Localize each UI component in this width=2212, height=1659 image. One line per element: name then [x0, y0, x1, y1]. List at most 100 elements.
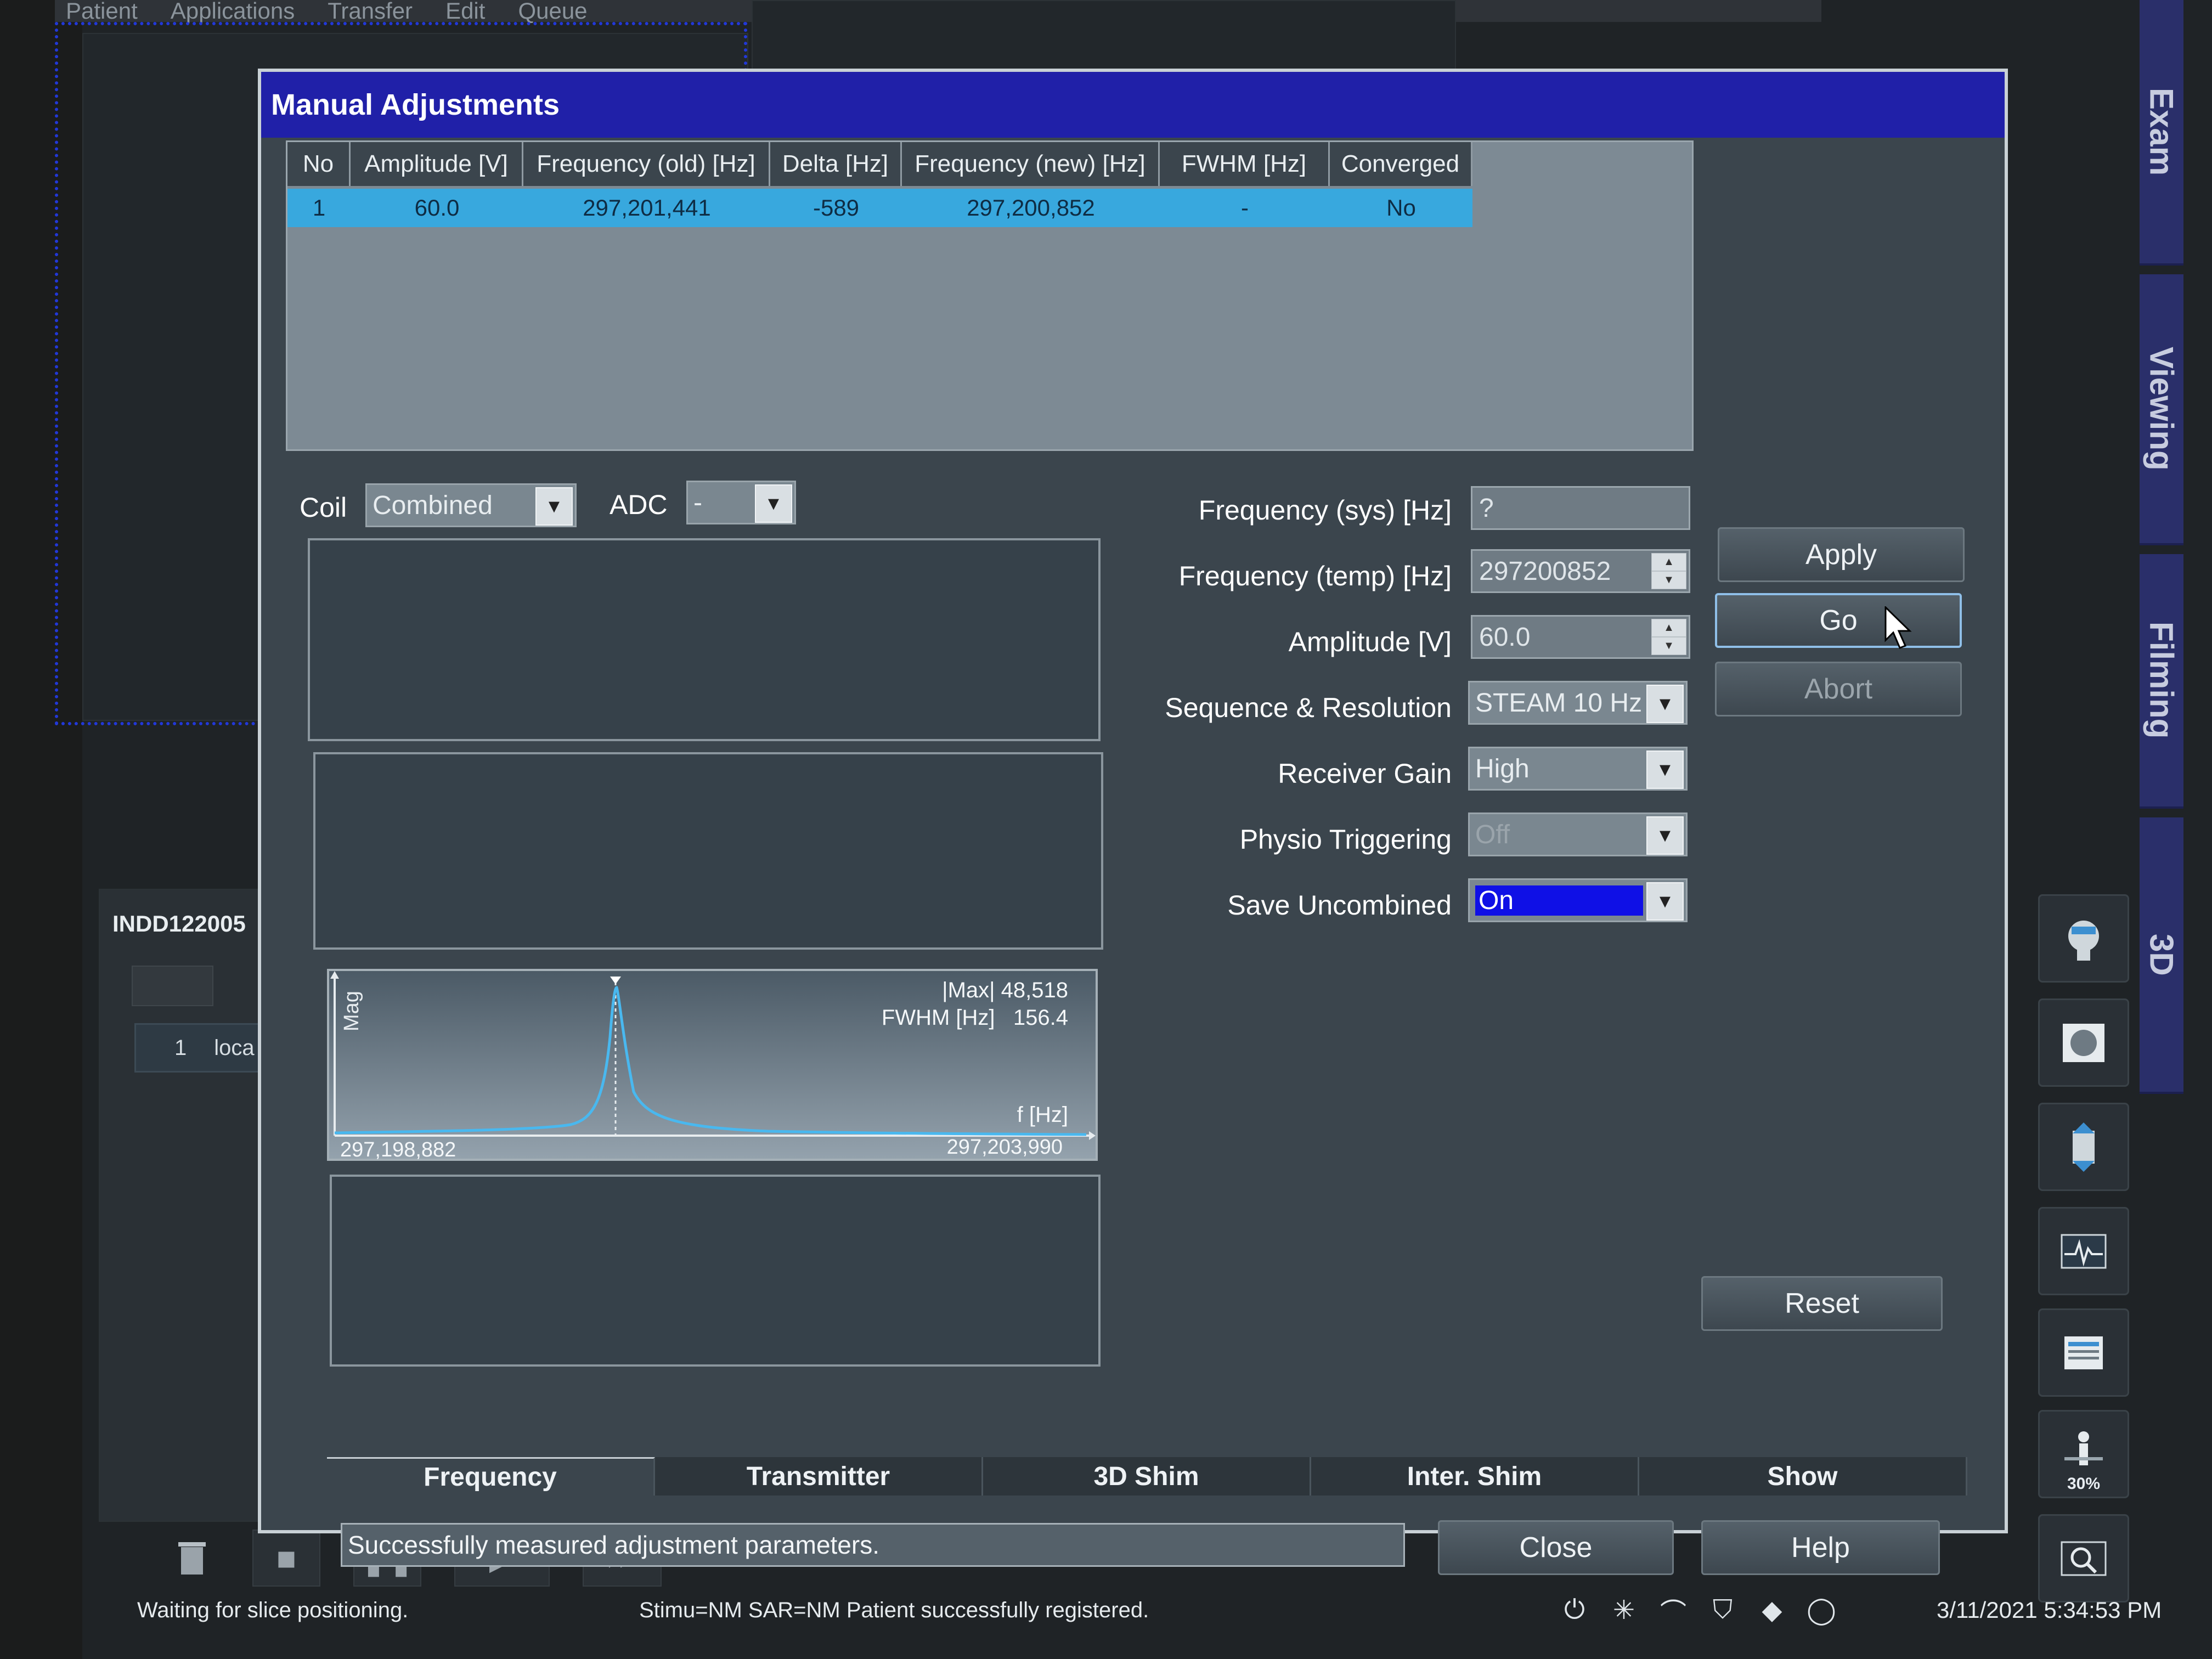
receiver-gain-select[interactable]: High ▼ — [1468, 747, 1688, 791]
status-icons: ⏻ ✳ ⌒ ⛉ ◆ ◯ — [1558, 1594, 1838, 1628]
save-uncombined-label: Save Uncombined — [1227, 890, 1452, 921]
reset-button[interactable]: Reset — [1701, 1276, 1943, 1331]
tab-transmitter[interactable]: Transmitter — [655, 1457, 983, 1496]
head-positioning-tool[interactable] — [2038, 894, 2129, 983]
amplitude-field[interactable]: 60.0 ▲ ▼ — [1471, 615, 1690, 659]
side-tab-strip: Exam Viewing Filming 3D — [2140, 0, 2183, 1097]
spectrum-fwhm-value: 156.4 — [1013, 1006, 1068, 1030]
inline-display-tool[interactable] — [2038, 1308, 2129, 1397]
coil-label: Coil — [300, 492, 347, 523]
col-header-fwhm[interactable]: FWHM [Hz] — [1160, 142, 1330, 186]
power-icon: ⏻ — [1564, 1595, 1585, 1624]
x-axis-arrow — [1089, 1131, 1096, 1140]
freq-sys-field[interactable]: ? — [1471, 486, 1690, 530]
spectrum-plot: |Max| 48,518 FWHM [Hz] 156.4 Mag f [Hz] … — [327, 969, 1098, 1161]
menu-applications[interactable]: Applications — [171, 0, 295, 24]
spin-down-icon[interactable]: ▼ — [1651, 571, 1686, 589]
menu-edit[interactable]: Edit — [445, 0, 485, 24]
chevron-down-icon: ▼ — [535, 487, 573, 526]
sequence-value: STEAM 10 Hz — [1475, 688, 1643, 718]
tab-show[interactable]: Show — [1639, 1457, 1967, 1496]
spectrum-x-min: 297,198,882 — [340, 1138, 456, 1161]
ecg-icon — [2061, 1234, 2107, 1268]
sequence-select[interactable]: STEAM 10 Hz ▼ — [1468, 681, 1688, 725]
chevron-down-icon: ▼ — [1646, 882, 1684, 921]
freq-temp-value: 297200852 — [1479, 556, 1611, 586]
network-icon: ◆ — [1762, 1596, 1782, 1625]
go-button[interactable]: Go — [1715, 593, 1962, 648]
status-bar: Waiting for slice positioning. Stimu=NM … — [82, 1594, 2172, 1628]
col-header-delta[interactable]: Delta [Hz] — [770, 142, 902, 186]
stop-button[interactable]: ■ — [252, 1530, 320, 1587]
cell-delta: -589 — [812, 195, 860, 221]
table-position-tool[interactable]: 30% — [2038, 1410, 2129, 1498]
col-header-freq-old[interactable]: Frequency (old) [Hz] — [523, 142, 770, 186]
menu-transfer[interactable]: Transfer — [328, 0, 413, 24]
zoom-tool[interactable] — [2038, 1514, 2129, 1602]
apply-button[interactable]: Apply — [1718, 527, 1965, 582]
adc-label: ADC — [610, 489, 668, 520]
col-header-amplitude[interactable]: Amplitude [V] — [351, 142, 523, 186]
trash-icon — [178, 1542, 206, 1575]
spin-up-icon[interactable]: ▲ — [1651, 553, 1686, 571]
localizer-tool[interactable] — [2038, 998, 2129, 1087]
status-datetime: 3/11/2021 5:34:53 PM — [1937, 1597, 2162, 1623]
spectrum-max-value: 48,518 — [1001, 978, 1068, 1002]
trash-button[interactable] — [165, 1531, 219, 1585]
explorer-toolbar-button[interactable] — [132, 966, 213, 1006]
patient-transfer-tool[interactable] — [2038, 1103, 2129, 1191]
y-axis-arrow — [330, 971, 339, 979]
signal-icon: ✳ — [1612, 1596, 1635, 1625]
side-tab-viewing[interactable]: Viewing — [2140, 274, 2183, 545]
receiver-gain-value: High — [1475, 754, 1530, 783]
head-image-icon — [2063, 1023, 2104, 1062]
spectrum-stats: |Max| 48,518 FWHM [Hz] 156.4 — [882, 977, 1068, 1031]
status-left-text: Waiting for slice positioning. — [137, 1598, 409, 1622]
plot-area-4 — [330, 1175, 1101, 1367]
coil-select[interactable]: Combined ▼ — [365, 483, 577, 527]
mouse-cursor-icon — [1884, 606, 1912, 649]
monitor-screen: Patient Applications Transfer Edit Queue… — [0, 0, 2212, 1659]
col-header-freq-new[interactable]: Frequency (new) [Hz] — [902, 142, 1160, 186]
adc-select[interactable]: - ▼ — [686, 481, 796, 524]
physio-triggering-value: Off — [1475, 820, 1510, 849]
chevron-down-icon: ▼ — [1646, 685, 1684, 723]
tab-3d-shim[interactable]: 3D Shim — [983, 1457, 1311, 1496]
menu-patient[interactable]: Patient — [66, 0, 138, 24]
amplitude-spinner[interactable]: ▲ ▼ — [1651, 619, 1686, 655]
physio-triggering-label: Physio Triggering — [1239, 824, 1452, 855]
adjustments-table: No Amplitude [V] Frequency (old) [Hz] De… — [286, 140, 1694, 451]
tab-frequency[interactable]: Frequency — [327, 1457, 655, 1496]
menu-queue[interactable]: Queue — [518, 0, 587, 24]
col-header-no[interactable]: No — [287, 142, 351, 186]
help-bubble-icon: ◯ — [1807, 1596, 1836, 1625]
status-middle-text: Stimu=NM SAR=NM Patient successfully reg… — [639, 1598, 1149, 1622]
close-button[interactable]: Close — [1438, 1520, 1674, 1575]
list-window-icon — [2064, 1336, 2103, 1369]
physio-tool[interactable] — [2038, 1207, 2129, 1295]
tab-inter-shim[interactable]: Inter. Shim — [1311, 1457, 1639, 1496]
abort-button[interactable]: Abort — [1715, 662, 1962, 716]
spin-down-icon[interactable]: ▼ — [1651, 637, 1686, 655]
adc-value: - — [693, 488, 702, 517]
coil-icon: ⌒ — [1660, 1599, 1686, 1628]
spin-up-icon[interactable]: ▲ — [1651, 619, 1686, 637]
spectrum-max-label: |Max| — [942, 978, 995, 1002]
physio-triggering-select[interactable]: Off ▼ — [1468, 812, 1688, 856]
col-header-converged[interactable]: Converged — [1330, 142, 1472, 186]
chevron-down-icon: ▼ — [755, 484, 792, 523]
coil-value: Combined — [373, 490, 493, 520]
cell-amplitude: 60.0 — [414, 195, 460, 221]
side-tab-exam[interactable]: Exam — [2140, 0, 2183, 266]
freq-temp-spinner[interactable]: ▲ ▼ — [1651, 553, 1686, 589]
manual-adjustments-dialog: Manual Adjustments No Amplitude [V] Freq… — [258, 69, 2008, 1575]
save-uncombined-select[interactable]: On ▼ — [1468, 878, 1688, 922]
freq-temp-field[interactable]: 297200852 ▲ ▼ — [1471, 549, 1690, 593]
table-row[interactable]: 1 60.0 297,201,441 -589 297,200,852 - No — [287, 189, 1472, 227]
side-tab-3d[interactable]: 3D — [2140, 817, 2183, 1094]
help-button[interactable]: Help — [1701, 1520, 1940, 1575]
plot-area-1 — [308, 538, 1101, 741]
side-tab-filming[interactable]: Filming — [2140, 554, 2183, 809]
cell-freq-old: 297,201,441 — [583, 195, 711, 221]
stop-icon: ■ — [276, 1539, 297, 1577]
